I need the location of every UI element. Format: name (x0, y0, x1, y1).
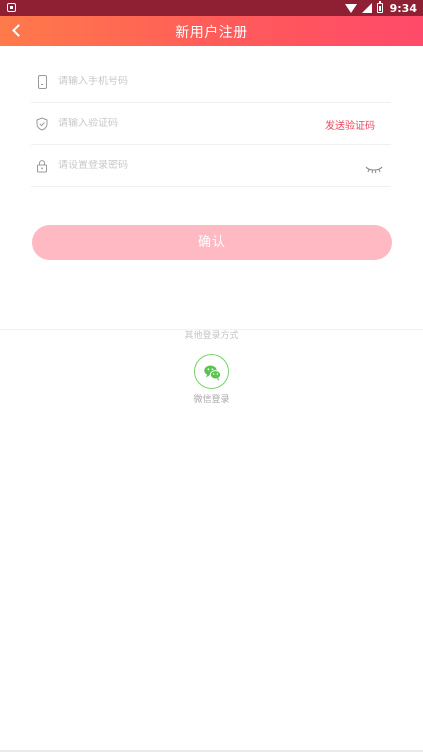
wechat-icon (204, 365, 222, 381)
confirm-button[interactable]: 确认 (32, 225, 392, 260)
phone-field (31, 61, 391, 103)
lock-icon (35, 159, 49, 173)
password-field (31, 145, 391, 187)
signal-icon (361, 3, 372, 13)
notification-icon (7, 3, 16, 12)
wechat-login-button[interactable] (194, 354, 229, 389)
register-form: 发送验证码 (31, 61, 391, 187)
code-field: 发送验证码 (31, 103, 391, 145)
send-code-button[interactable]: 发送验证码 (325, 117, 375, 132)
status-icons: 9:34 (344, 1, 417, 15)
shield-icon (35, 116, 49, 131)
password-input[interactable] (58, 160, 298, 171)
other-login-title-text: 其他登录方式 (178, 331, 245, 341)
phone-input[interactable] (58, 76, 298, 87)
code-input[interactable] (58, 118, 298, 129)
status-time: 9:34 (389, 1, 417, 15)
status-bar: 9:34 (0, 0, 423, 16)
wechat-login-label: 微信登录 (193, 395, 230, 405)
other-login-title: 其他登录方式 (0, 323, 423, 342)
page-title: 新用户注册 (175, 25, 248, 41)
wifi-icon (344, 3, 357, 13)
eye-closed-icon[interactable] (365, 160, 383, 174)
phone-icon (35, 74, 49, 89)
battery-icon (376, 1, 383, 13)
title-bar: 新用户注册 (0, 16, 423, 46)
